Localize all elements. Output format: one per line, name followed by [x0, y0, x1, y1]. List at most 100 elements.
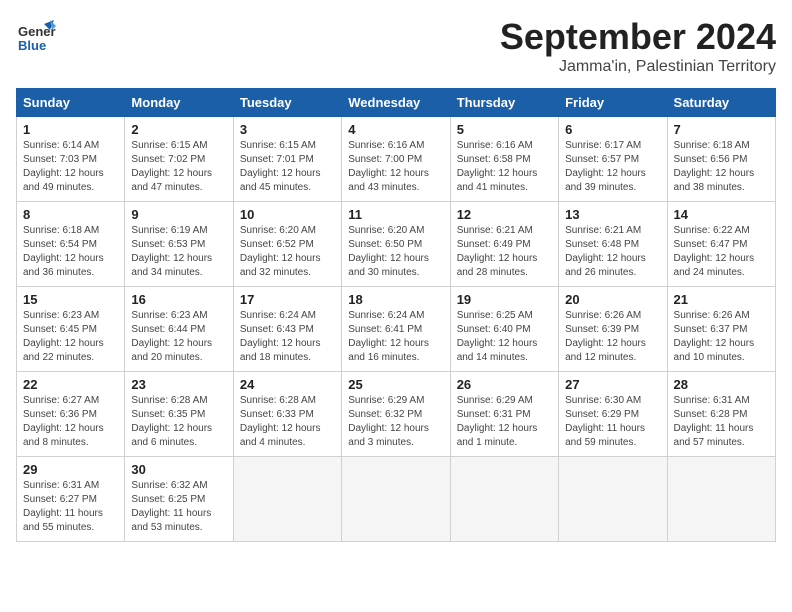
day-info: Sunrise: 6:20 AMSunset: 6:50 PMDaylight:… [348, 224, 443, 280]
svg-text:Blue: Blue [18, 38, 46, 53]
calendar-cell: 20 Sunrise: 6:26 AMSunset: 6:39 PMDayligh… [559, 287, 667, 372]
day-number: 7 [674, 122, 769, 137]
calendar-cell: 18 Sunrise: 6:24 AMSunset: 6:41 PMDayligh… [342, 287, 450, 372]
calendar-cell: 6Sunrise: 6:17 AMSunset: 6:57 PMDaylight… [559, 117, 667, 202]
day-number: 12 [457, 207, 552, 222]
calendar-cell: 5 Sunrise: 6:16 AMSunset: 6:58 PMDaylight… [450, 117, 558, 202]
calendar-cell: 29 Sunrise: 6:31 AMSunset: 6:27 PMDayligh… [17, 457, 125, 542]
day-number: 9 [131, 207, 226, 222]
week-row-3: 15 Sunrise: 6:23 AMSunset: 6:45 PMDayligh… [17, 287, 776, 372]
day-number: 23 [131, 377, 226, 392]
calendar-cell: 1 Sunrise: 6:14 AMSunset: 7:03 PMDaylight… [17, 117, 125, 202]
day-number: 3 [240, 122, 335, 137]
col-header-wednesday: Wednesday [342, 89, 450, 117]
col-header-sunday: Sunday [17, 89, 125, 117]
location-subtitle: Jamma'in, Palestinian Territory [500, 58, 776, 76]
day-info: Sunrise: 6:26 AMSunset: 6:37 PMDaylight:… [674, 309, 769, 365]
calendar-cell: 14 Sunrise: 6:22 AMSunset: 6:47 PMDayligh… [667, 202, 775, 287]
calendar-cell: 21 Sunrise: 6:26 AMSunset: 6:37 PMDayligh… [667, 287, 775, 372]
calendar-cell: 12 Sunrise: 6:21 AMSunset: 6:49 PMDayligh… [450, 202, 558, 287]
calendar-table: SundayMondayTuesdayWednesdayThursdayFrid… [16, 88, 776, 542]
day-info: Sunrise: 6:26 AMSunset: 6:39 PMDaylight:… [565, 309, 660, 365]
day-info: Sunrise: 6:29 AMSunset: 6:32 PMDaylight:… [348, 394, 443, 450]
day-info: Sunrise: 6:24 AMSunset: 6:41 PMDaylight:… [348, 309, 443, 365]
day-number: 10 [240, 207, 335, 222]
day-number: 6 [565, 122, 660, 137]
day-info: Sunrise: 6:16 AMSunset: 6:58 PMDaylight:… [457, 139, 552, 195]
day-info: Sunrise: 6:20 AMSunset: 6:52 PMDaylight:… [240, 224, 335, 280]
day-number: 11 [348, 207, 443, 222]
calendar-cell: 4 Sunrise: 6:16 AMSunset: 7:00 PMDaylight… [342, 117, 450, 202]
calendar-cell: 30Sunrise: 6:32 AMSunset: 6:25 PMDayligh… [125, 457, 233, 542]
calendar-cell: 27Sunrise: 6:30 AMSunset: 6:29 PMDayligh… [559, 372, 667, 457]
calendar-cell: 26Sunrise: 6:29 AMSunset: 6:31 PMDayligh… [450, 372, 558, 457]
month-title: September 2024 [500, 16, 776, 58]
week-row-4: 22 Sunrise: 6:27 AMSunset: 6:36 PMDayligh… [17, 372, 776, 457]
header-row: SundayMondayTuesdayWednesdayThursdayFrid… [17, 89, 776, 117]
day-info: Sunrise: 6:30 AMSunset: 6:29 PMDaylight:… [565, 394, 660, 450]
day-number: 28 [674, 377, 769, 392]
calendar-cell [559, 457, 667, 542]
day-number: 4 [348, 122, 443, 137]
day-number: 19 [457, 292, 552, 307]
calendar-cell: 8 Sunrise: 6:18 AMSunset: 6:54 PMDaylight… [17, 202, 125, 287]
calendar-cell: 10 Sunrise: 6:20 AMSunset: 6:52 PMDayligh… [233, 202, 341, 287]
day-info: Sunrise: 6:14 AMSunset: 7:03 PMDaylight:… [23, 139, 118, 195]
day-number: 1 [23, 122, 118, 137]
day-info: Sunrise: 6:18 AMSunset: 6:56 PMDaylight:… [674, 139, 769, 195]
logo: General Blue [16, 16, 56, 61]
calendar-cell [342, 457, 450, 542]
day-info: Sunrise: 6:31 AMSunset: 6:28 PMDaylight:… [674, 394, 769, 450]
day-info: Sunrise: 6:18 AMSunset: 6:54 PMDaylight:… [23, 224, 118, 280]
day-number: 2 [131, 122, 226, 137]
day-number: 24 [240, 377, 335, 392]
day-info: Sunrise: 6:31 AMSunset: 6:27 PMDaylight:… [23, 479, 118, 535]
day-number: 21 [674, 292, 769, 307]
calendar-cell: 16 Sunrise: 6:23 AMSunset: 6:44 PMDayligh… [125, 287, 233, 372]
week-row-1: 1 Sunrise: 6:14 AMSunset: 7:03 PMDaylight… [17, 117, 776, 202]
calendar-cell [667, 457, 775, 542]
day-info: Sunrise: 6:21 AMSunset: 6:48 PMDaylight:… [565, 224, 660, 280]
day-number: 13 [565, 207, 660, 222]
col-header-tuesday: Tuesday [233, 89, 341, 117]
day-number: 22 [23, 377, 118, 392]
calendar-cell: 9 Sunrise: 6:19 AMSunset: 6:53 PMDaylight… [125, 202, 233, 287]
calendar-cell: 28 Sunrise: 6:31 AMSunset: 6:28 PMDayligh… [667, 372, 775, 457]
col-header-thursday: Thursday [450, 89, 558, 117]
day-info: Sunrise: 6:23 AMSunset: 6:45 PMDaylight:… [23, 309, 118, 365]
calendar-cell: 15 Sunrise: 6:23 AMSunset: 6:45 PMDayligh… [17, 287, 125, 372]
day-number: 29 [23, 462, 118, 477]
title-block: September 2024 Jamma'in, Palestinian Ter… [500, 16, 776, 76]
day-info: Sunrise: 6:25 AMSunset: 6:40 PMDaylight:… [457, 309, 552, 365]
day-number: 25 [348, 377, 443, 392]
day-number: 17 [240, 292, 335, 307]
day-info: Sunrise: 6:16 AMSunset: 7:00 PMDaylight:… [348, 139, 443, 195]
calendar-cell: 2 Sunrise: 6:15 AMSunset: 7:02 PMDaylight… [125, 117, 233, 202]
logo-icon: General Blue [16, 16, 56, 56]
calendar-cell: 19 Sunrise: 6:25 AMSunset: 6:40 PMDayligh… [450, 287, 558, 372]
day-info: Sunrise: 6:28 AMSunset: 6:33 PMDaylight:… [240, 394, 335, 450]
calendar-cell: 7 Sunrise: 6:18 AMSunset: 6:56 PMDaylight… [667, 117, 775, 202]
calendar-cell [233, 457, 341, 542]
day-info: Sunrise: 6:22 AMSunset: 6:47 PMDaylight:… [674, 224, 769, 280]
week-row-2: 8 Sunrise: 6:18 AMSunset: 6:54 PMDaylight… [17, 202, 776, 287]
day-number: 16 [131, 292, 226, 307]
day-info: Sunrise: 6:21 AMSunset: 6:49 PMDaylight:… [457, 224, 552, 280]
day-number: 14 [674, 207, 769, 222]
day-info: Sunrise: 6:15 AMSunset: 7:02 PMDaylight:… [131, 139, 226, 195]
day-info: Sunrise: 6:19 AMSunset: 6:53 PMDaylight:… [131, 224, 226, 280]
calendar-cell: 17Sunrise: 6:24 AMSunset: 6:43 PMDayligh… [233, 287, 341, 372]
calendar-cell: 13 Sunrise: 6:21 AMSunset: 6:48 PMDayligh… [559, 202, 667, 287]
week-row-5: 29 Sunrise: 6:31 AMSunset: 6:27 PMDayligh… [17, 457, 776, 542]
day-number: 8 [23, 207, 118, 222]
calendar-cell: 11 Sunrise: 6:20 AMSunset: 6:50 PMDayligh… [342, 202, 450, 287]
day-info: Sunrise: 6:27 AMSunset: 6:36 PMDaylight:… [23, 394, 118, 450]
day-number: 18 [348, 292, 443, 307]
calendar-cell [450, 457, 558, 542]
day-number: 15 [23, 292, 118, 307]
day-info: Sunrise: 6:28 AMSunset: 6:35 PMDaylight:… [131, 394, 226, 450]
day-info: Sunrise: 6:23 AMSunset: 6:44 PMDaylight:… [131, 309, 226, 365]
col-header-friday: Friday [559, 89, 667, 117]
day-number: 20 [565, 292, 660, 307]
day-number: 5 [457, 122, 552, 137]
